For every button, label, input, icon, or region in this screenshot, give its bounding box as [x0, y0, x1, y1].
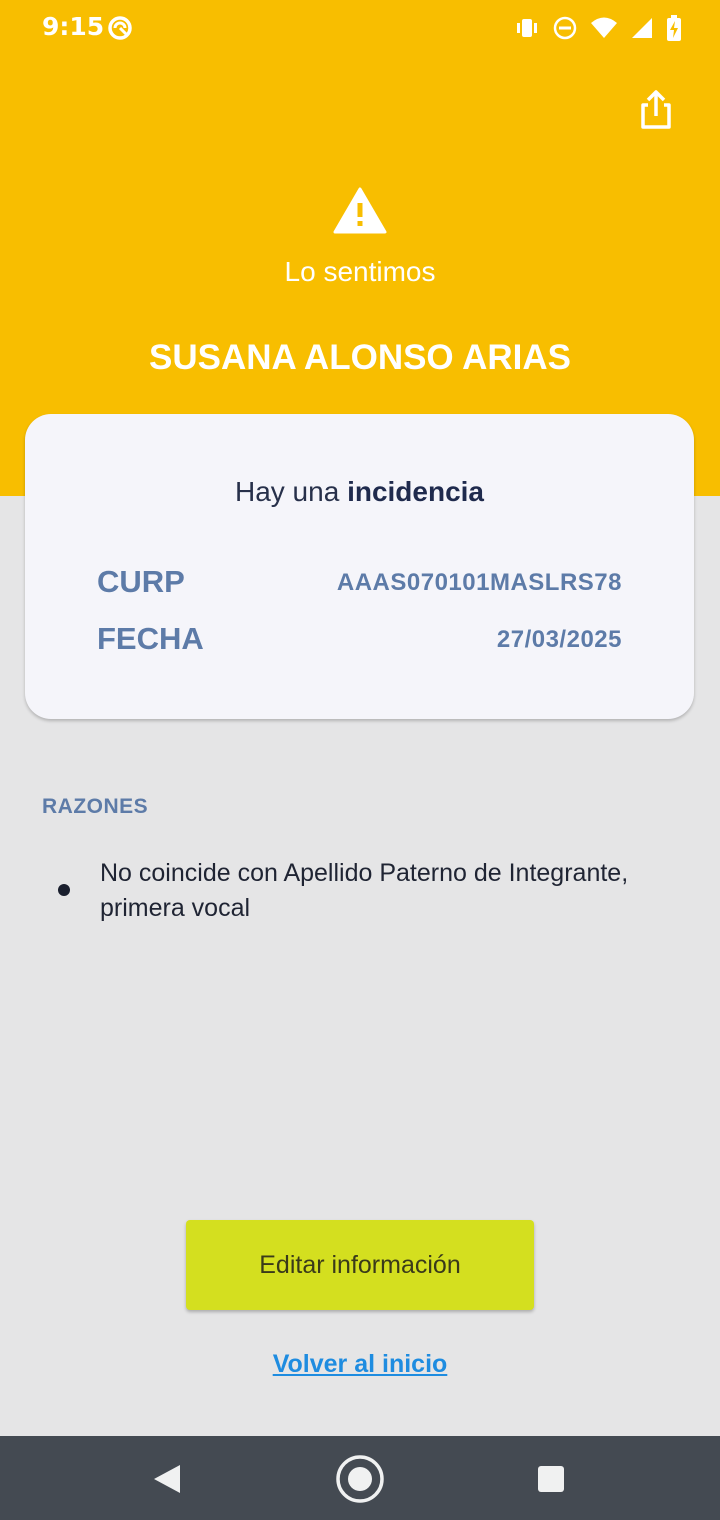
curp-label: CURP — [97, 564, 185, 599]
back-icon[interactable] — [150, 1463, 184, 1500]
reason-text: No coincide con Apellido Paterno de Inte… — [100, 859, 629, 922]
sorry-message: Lo sentimos — [284, 256, 436, 287]
date-label: FECHA — [97, 621, 204, 656]
card-title-prefix: Hay una — [234, 476, 348, 507]
do-not-disturb-icon — [552, 15, 578, 46]
bullet-icon — [58, 884, 70, 896]
vibrate-icon — [514, 15, 540, 46]
share-button[interactable] — [630, 86, 682, 138]
wifi-icon — [590, 15, 618, 46]
status-time: 9:15 — [42, 12, 105, 41]
incident-card: Hay una incidencia CURP AAAS070101MASLRS… — [25, 414, 694, 719]
warning-icon — [332, 186, 388, 241]
card-title-emphasis: incidencia — [347, 476, 484, 507]
curp-value: AAAS070101MASLRS78 — [336, 569, 622, 596]
back-to-home-link[interactable]: Volver al inicio — [0, 1350, 720, 1379]
reasons-heading: RAZONES — [42, 795, 149, 818]
navigation-bar — [0, 1436, 720, 1520]
person-name: SUSANA ALONSO ARIAS — [149, 338, 571, 377]
battery-charging-icon — [666, 14, 682, 47]
card-title: Hay una incidencia — [25, 476, 694, 508]
edit-information-button[interactable]: Editar información — [186, 1220, 534, 1310]
date-value: 27/03/2025 — [496, 626, 622, 653]
home-icon[interactable] — [334, 1453, 386, 1510]
signal-icon — [630, 15, 654, 46]
status-icons — [514, 14, 682, 47]
status-bar: 9:15 — [0, 0, 720, 56]
sync-icon — [106, 14, 134, 47]
recents-icon[interactable] — [536, 1464, 566, 1499]
share-icon — [638, 89, 674, 136]
